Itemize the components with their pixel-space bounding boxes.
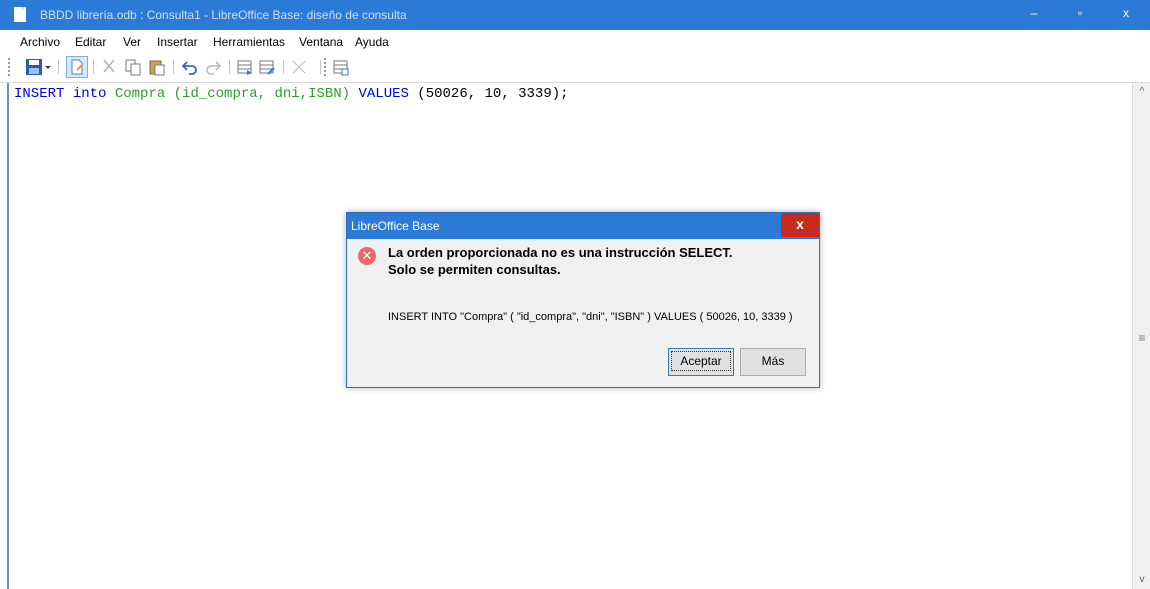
menu-bar: Archivo Editar Ver Insertar Herramientas…	[0, 30, 1150, 52]
minimize-button[interactable]: ‒	[1011, 0, 1057, 30]
clear-query-icon[interactable]	[258, 58, 276, 76]
error-icon: ✕	[358, 247, 376, 265]
cut-icon[interactable]	[100, 58, 118, 76]
vertical-scrollbar[interactable]: ^ ≡ v	[1132, 83, 1150, 589]
menu-insertar[interactable]: Insertar	[157, 35, 198, 49]
editor-margin	[0, 83, 9, 589]
menu-archivo[interactable]: Archivo	[20, 35, 60, 49]
scroll-down-button[interactable]: v	[1133, 571, 1150, 589]
more-button[interactable]: Más	[740, 348, 806, 376]
window-titlebar: BBDD librería.odb : Consulta1 - LibreOff…	[0, 0, 1150, 30]
menu-ventana[interactable]: Ventana	[299, 35, 343, 49]
dialog-title: LibreOffice Base	[351, 219, 440, 233]
save-icon[interactable]	[25, 58, 43, 76]
standard-toolbar	[0, 52, 1150, 83]
toolbar-grip[interactable]	[324, 58, 328, 76]
error-message-line1: La orden proporcionada no es una instruc…	[388, 245, 733, 260]
sql-values: (50026, 10, 3339);	[408, 86, 569, 102]
sql-keyword: VALUES	[358, 86, 409, 102]
error-message-line2: Solo se permiten consultas.	[388, 262, 561, 277]
toolbar-separator	[320, 60, 321, 74]
toolbar-separator	[58, 60, 59, 74]
accept-button-label: Aceptar	[671, 351, 731, 371]
sql-identifiers: Compra (id_compra, dni,ISBN)	[106, 86, 359, 102]
error-detail: INSERT INTO "Compra" ( "id_compra", "dni…	[388, 311, 793, 323]
document-icon-corner	[22, 7, 26, 11]
close-window-button[interactable]: x	[1103, 0, 1149, 30]
menu-ayuda[interactable]: Ayuda	[355, 35, 389, 49]
sql-keyword: INSERT	[14, 86, 65, 102]
dialog-close-button[interactable]: x	[781, 213, 819, 237]
error-dialog: LibreOffice Base x ✕ La orden proporcion…	[346, 212, 820, 388]
undo-icon[interactable]	[181, 58, 199, 76]
menu-ver[interactable]: Ver	[123, 35, 141, 49]
edit-mode-icon[interactable]	[66, 56, 88, 78]
menu-editar[interactable]: Editar	[75, 35, 106, 49]
run-query-icon[interactable]	[236, 58, 254, 76]
scroll-thumb-grip-icon[interactable]: ≡	[1133, 331, 1150, 345]
dialog-titlebar: LibreOffice Base x	[347, 213, 819, 239]
maximize-button[interactable]: ▫	[1057, 0, 1103, 30]
accept-button[interactable]: Aceptar	[668, 348, 734, 376]
window-title: BBDD librería.odb : Consulta1 - LibreOff…	[40, 8, 407, 22]
menu-herramientas[interactable]: Herramientas	[213, 35, 285, 49]
toolbar-separator	[93, 60, 94, 74]
delete-icon[interactable]	[290, 58, 308, 76]
scroll-up-button[interactable]: ^	[1133, 83, 1150, 101]
toolbar-separator	[283, 60, 284, 74]
design-view-icon[interactable]	[332, 58, 350, 76]
copy-icon[interactable]	[124, 58, 142, 76]
sql-keyword: into	[72, 86, 107, 102]
paste-icon[interactable]	[148, 58, 166, 76]
redo-icon[interactable]	[204, 58, 222, 76]
sql-editor[interactable]: INSERT into Compra (id_compra, dni,ISBN)…	[14, 86, 569, 102]
toolbar-separator	[173, 60, 174, 74]
toolbar-separator	[229, 60, 230, 74]
dropdown-arrow-icon[interactable]	[44, 58, 52, 76]
toolbar-grip[interactable]	[8, 58, 12, 76]
